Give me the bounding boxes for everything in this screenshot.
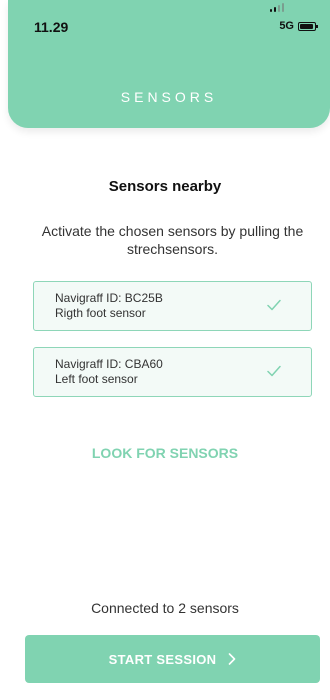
sensor-name: Left foot sensor xyxy=(55,372,138,386)
chevron-right-icon xyxy=(229,653,236,665)
start-session-label: START SESSION xyxy=(108,651,217,667)
check-icon xyxy=(267,299,281,311)
section-title: Sensors nearby xyxy=(108,178,222,195)
start-session-button[interactable]: START SESSION xyxy=(25,635,320,683)
page-title: SENSORS xyxy=(120,89,218,105)
look-for-sensors-link[interactable]: LOOK FOR SENSORS xyxy=(0,445,330,461)
sensors-screen: 11.29 5G SENSORS Sensors nearby Activate… xyxy=(0,0,330,700)
battery-icon xyxy=(298,22,318,31)
sensor-card-right[interactable]: Navigraff ID: BC25B Rigth foot sensor xyxy=(33,281,312,331)
sensor-id: Navigraff ID: CBA60 xyxy=(55,357,163,371)
sensor-card-left[interactable]: Navigraff ID: CBA60 Left foot sensor xyxy=(33,347,312,397)
status-time: 11.29 xyxy=(34,19,69,35)
sensor-name: Rigth foot sensor xyxy=(55,306,146,320)
network-label: 5G xyxy=(279,20,294,32)
status-bar: 11.29 5G xyxy=(8,0,330,40)
connection-status: Connected to 2 sensors xyxy=(91,600,239,616)
header: 11.29 5G SENSORS xyxy=(8,0,330,128)
section-description: Activate the chosen sensors by pulling t… xyxy=(41,223,304,257)
signal-icon xyxy=(270,2,284,12)
check-icon xyxy=(267,365,281,377)
sensor-id: Navigraff ID: BC25B xyxy=(55,291,163,305)
